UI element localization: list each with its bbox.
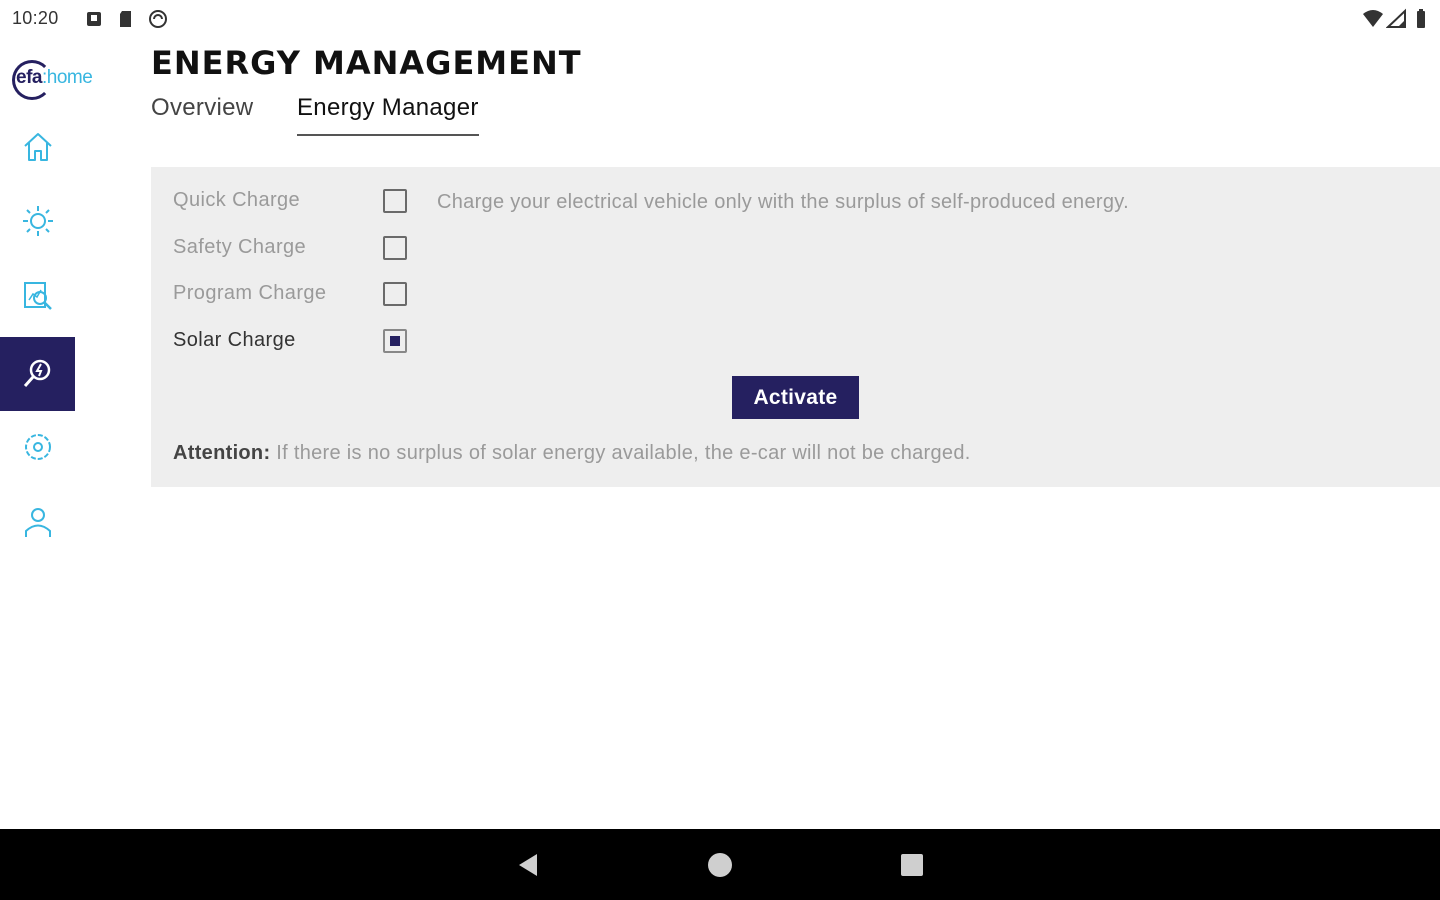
battery-icon [1417, 9, 1425, 28]
option-description: Charge your electrical vehicle only with… [437, 191, 1129, 213]
checkbox-safety-charge[interactable] [383, 236, 407, 260]
option-label-quick-charge: Quick Charge [173, 189, 301, 211]
sidebar-item-settings[interactable] [0, 410, 75, 484]
sidebar-item-user[interactable] [0, 485, 75, 559]
home-button-icon[interactable] [706, 851, 734, 879]
option-label-program-charge: Program Charge [173, 282, 327, 304]
checkbox-quick-charge[interactable] [383, 189, 407, 213]
option-label-safety-charge: Safety Charge [173, 236, 307, 258]
attention-text: If there is no surplus of solar energy a… [270, 442, 971, 464]
energy-manager-icon [23, 359, 50, 387]
analysis-icon [23, 282, 52, 310]
recents-icon[interactable] [898, 851, 926, 879]
tab-overview[interactable]: Overview [151, 94, 253, 134]
page-title: ENERGY MANAGEMENT [151, 44, 582, 82]
checkbox-solar-charge[interactable] [383, 329, 407, 353]
attention-label: Attention: [173, 442, 271, 464]
logo-brand: efa [16, 67, 42, 88]
sync-icon [149, 10, 167, 28]
logo-text: efa:home [16, 67, 93, 89]
sidebar-item-solar[interactable] [0, 184, 75, 258]
system-navigation-bar [0, 829, 1440, 900]
tab-energy-manager[interactable]: Energy Manager [297, 94, 479, 136]
status-bar: 10:20 [0, 0, 1440, 38]
energy-manager-panel: Quick Charge Safety Charge Program Charg… [151, 167, 1440, 487]
sd-card-icon [120, 11, 131, 27]
sun-icon [22, 206, 53, 236]
notification-icon [87, 12, 101, 26]
back-icon[interactable] [514, 851, 542, 879]
checkbox-program-charge[interactable] [383, 282, 407, 306]
home-icon [23, 133, 52, 161]
sidebar-item-home[interactable] [0, 110, 75, 184]
option-label-solar-charge: Solar Charge [173, 329, 296, 351]
signal-icon [1386, 8, 1406, 28]
settings-icon [24, 434, 51, 460]
user-icon [24, 508, 51, 537]
attention-note: Attention: If there is no surplus of sol… [173, 442, 971, 465]
app-logo: efa:home [12, 58, 120, 102]
activate-button[interactable]: Activate [732, 376, 859, 419]
logo-brand-suffix: :home [41, 67, 93, 88]
status-time: 10:20 [12, 8, 59, 28]
sidebar-item-energy-manager[interactable] [0, 337, 75, 411]
wifi-icon [1363, 10, 1383, 27]
sidebar-item-analysis[interactable] [0, 259, 75, 333]
